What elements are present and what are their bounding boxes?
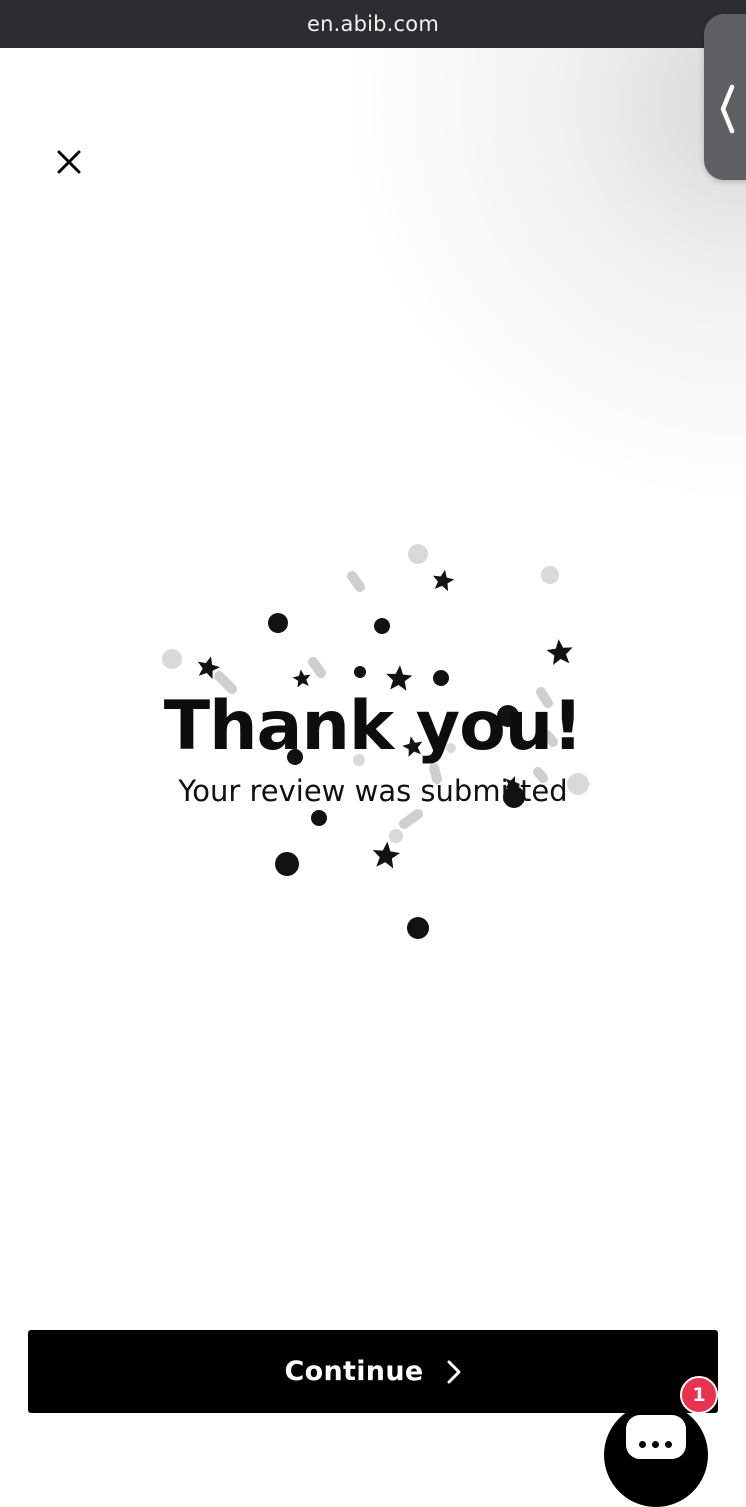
chevron-left-icon — [720, 84, 735, 134]
url-text: en.abib.com — [307, 12, 439, 36]
continue-label: Continue — [284, 1356, 424, 1387]
chevron-right-icon — [447, 1360, 461, 1384]
chat-bubble-icon — [626, 1415, 686, 1459]
close-icon — [57, 150, 81, 174]
side-drawer-tab[interactable] — [704, 14, 746, 180]
continue-button[interactable]: Continue — [28, 1330, 718, 1413]
chat-launcher-button[interactable] — [604, 1403, 708, 1507]
chat-notification-badge: 1 — [680, 1376, 718, 1414]
close-button[interactable] — [50, 143, 88, 181]
browser-url-bar[interactable]: en.abib.com — [0, 0, 746, 48]
review-submitted-message: Your review was submitted — [178, 774, 568, 808]
background-glow — [330, 48, 746, 518]
thank-you-heading: Thank you! — [163, 687, 583, 766]
